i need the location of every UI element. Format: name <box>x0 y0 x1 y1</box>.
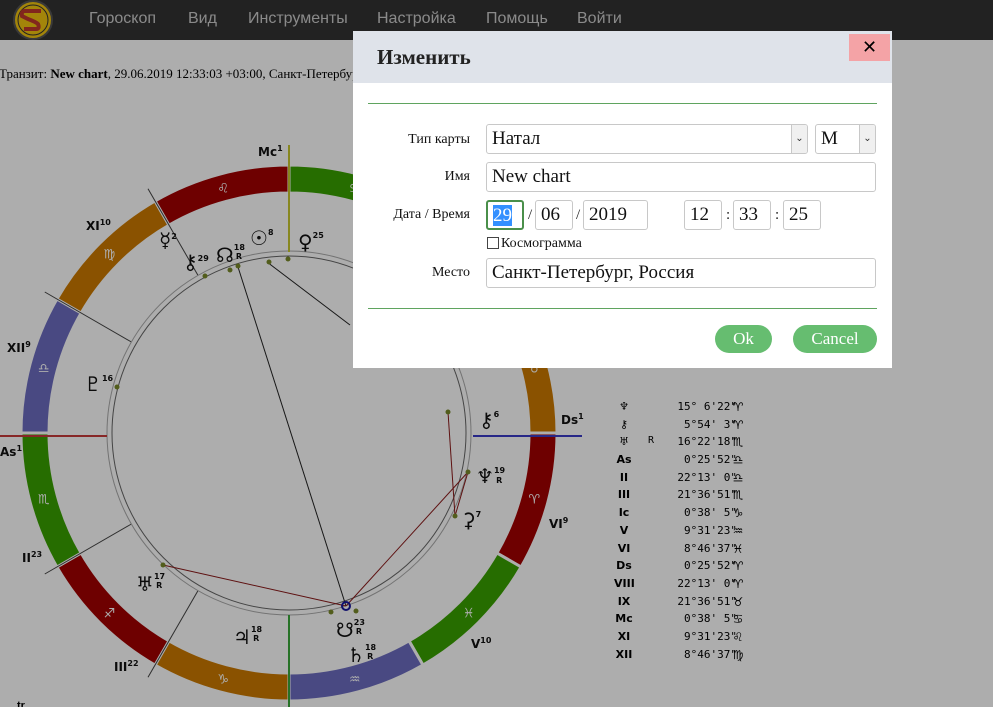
dialog-title: Изменить <box>377 45 471 69</box>
cosmogram-label[interactable]: Космограмма <box>501 236 582 252</box>
close-button[interactable]: ✕ <box>849 34 890 61</box>
ok-button[interactable]: Ok <box>715 325 772 353</box>
place-label: Место <box>432 265 470 280</box>
second-input[interactable]: 25 <box>783 200 821 230</box>
divider-top <box>368 103 877 104</box>
chart-type-label: Тип карты <box>408 132 470 147</box>
chart-type-value: Натал <box>492 128 541 149</box>
chevron-down-icon: ⌄ <box>859 125 875 153</box>
date-separator: / <box>528 207 533 223</box>
chevron-down-icon: ⌄ <box>791 125 807 153</box>
name-input[interactable]: New chart <box>486 162 876 192</box>
gender-select[interactable]: M ⌄ <box>815 124 876 154</box>
year-input[interactable]: 2019 <box>583 200 648 230</box>
day-input[interactable]: 29 <box>486 200 524 230</box>
datetime-label: Дата / Время <box>393 207 470 222</box>
divider-bottom <box>368 308 877 309</box>
date-separator: / <box>576 207 581 223</box>
day-value: 29 <box>493 205 512 226</box>
cancel-button[interactable]: Cancel <box>793 325 877 353</box>
place-input[interactable]: Санкт-Петербург, Россия <box>486 258 876 288</box>
gender-value: M <box>821 128 838 149</box>
name-label: Имя <box>444 169 470 184</box>
chart-type-select[interactable]: Натал ⌄ <box>486 124 808 154</box>
time-separator: : <box>775 207 780 223</box>
minute-input[interactable]: 33 <box>733 200 771 230</box>
month-input[interactable]: 06 <box>535 200 573 230</box>
dialog-header: Изменить ✕ <box>353 31 892 83</box>
cosmogram-checkbox[interactable] <box>487 237 499 249</box>
hour-input[interactable]: 12 <box>684 200 722 230</box>
time-separator: : <box>726 207 731 223</box>
edit-chart-dialog: Изменить ✕ Тип карты Натал ⌄ M ⌄ Имя New… <box>353 31 892 368</box>
